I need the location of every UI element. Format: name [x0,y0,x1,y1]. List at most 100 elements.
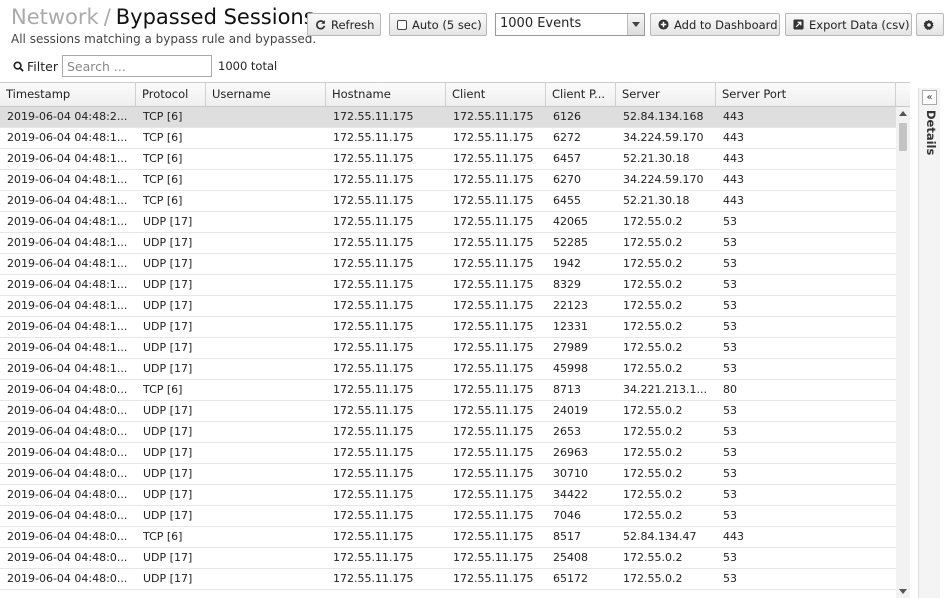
cell-client-port: 24019 [553,404,588,417]
details-panel[interactable]: « Details [918,88,940,598]
column-header-client-port[interactable]: Client P... [546,83,616,106]
table-row[interactable]: 2019-06-04 04:48:0... UDP [17] 172.55.11.1… [0,464,896,485]
column-header-protocol[interactable]: Protocol [136,83,206,106]
table-row[interactable]: 2019-06-04 04:48:1... UDP [17] 172.55.11.1… [0,212,896,233]
cell-server-port: 53 [723,488,737,501]
auto-refresh-toggle[interactable]: Auto (5 sec) [389,13,487,36]
cell-protocol: UDP [17] [143,278,193,291]
column-header-timestamp[interactable]: Timestamp [0,83,136,106]
settings-button[interactable] [916,13,944,36]
cell-username [206,359,326,379]
cell-client-port: 25408 [553,551,588,564]
table-row[interactable]: 2019-06-04 04:48:1... UDP [17] 172.55.11.1… [0,254,896,275]
cell-client: 172.55.11.175 [453,236,534,249]
table-row[interactable]: 2019-06-04 04:48:0... UDP [17] 172.55.11.1… [0,422,896,443]
cell-timestamp: 2019-06-04 04:48:2... [7,110,128,123]
collapse-left-icon[interactable]: « [922,90,937,105]
cell-server: 172.55.0.2 [623,215,683,228]
table-row[interactable]: 2019-06-04 04:48:1... UDP [17] 172.55.11.1… [0,275,896,296]
table-row[interactable]: 2019-06-04 04:48:0... UDP [17] 172.55.11.1… [0,569,896,590]
table-row[interactable]: 2019-06-04 04:48:1... UDP [17] 172.55.11.1… [0,359,896,380]
grid-body: 2019-06-04 04:48:2... TCP [6] 172.55.11.17… [0,107,896,590]
cell-server: 52.21.30.18 [623,194,690,207]
cell-protocol: UDP [17] [143,551,193,564]
cell-timestamp: 2019-06-04 04:48:0... [7,404,128,417]
table-row[interactable]: 2019-06-04 04:48:0... UDP [17] 172.55.11.1… [0,548,896,569]
checkbox-icon[interactable] [397,19,407,31]
breadcrumb[interactable]: Network [11,5,99,29]
table-row[interactable]: 2019-06-04 04:48:0... UDP [17] 172.55.11.1… [0,485,896,506]
column-header-client[interactable]: Client [446,83,546,106]
table-row[interactable]: 2019-06-04 04:48:0... UDP [17] 172.55.11.1… [0,443,896,464]
cell-timestamp: 2019-06-04 04:48:0... [7,572,128,585]
cell-timestamp: 2019-06-04 04:48:1... [7,362,128,375]
events-count-select[interactable]: 1000 Events [495,13,645,36]
table-row[interactable]: 2019-06-04 04:48:2... TCP [6] 172.55.11.17… [0,107,896,128]
table-row[interactable]: 2019-06-04 04:48:1... TCP [6] 172.55.11.17… [0,149,896,170]
table-row[interactable]: 2019-06-04 04:48:1... TCP [6] 172.55.11.17… [0,128,896,149]
cell-server: 172.55.0.2 [623,341,683,354]
table-row[interactable]: 2019-06-04 04:48:1... TCP [6] 172.55.11.17… [0,191,896,212]
cell-client: 172.55.11.175 [453,509,534,522]
export-data-button[interactable]: Export Data (csv) [785,13,912,36]
column-header-server-port[interactable]: Server Port [716,83,896,106]
cell-protocol: UDP [17] [143,467,193,480]
table-row[interactable]: 2019-06-04 04:48:1... TCP [6] 172.55.11.17… [0,170,896,191]
vertical-scrollbar[interactable] [896,107,910,598]
cell-username [206,548,326,568]
cell-client: 172.55.11.175 [453,173,534,186]
cell-hostname: 172.55.11.175 [333,236,414,249]
scrollbar-thumb[interactable] [899,123,907,151]
cell-server-port: 443 [723,194,744,207]
cell-client-port: 6126 [553,110,581,123]
cell-timestamp: 2019-06-04 04:48:1... [7,131,128,144]
cell-username [206,296,326,316]
cell-server-port: 53 [723,362,737,375]
cell-server: 172.55.0.2 [623,236,683,249]
table-row[interactable]: 2019-06-04 04:48:0... UDP [17] 172.55.11.1… [0,506,896,527]
column-header-hostname[interactable]: Hostname [326,83,446,106]
plus-circle-icon [658,19,669,31]
cell-protocol: TCP [6] [143,530,183,543]
details-panel-label[interactable]: Details [924,110,938,155]
cell-username [206,401,326,421]
filter-bar: Filter 1000 total [0,52,944,82]
cell-hostname: 172.55.11.175 [333,152,414,165]
table-row[interactable]: 2019-06-04 04:48:1... UDP [17] 172.55.11.1… [0,233,896,254]
cell-username [206,464,326,484]
table-row[interactable]: 2019-06-04 04:48:0... TCP [6] 172.55.11.17… [0,380,896,401]
scroll-up-icon[interactable] [899,111,907,116]
cell-client-port: 27989 [553,341,588,354]
cell-protocol: UDP [17] [143,257,193,270]
cell-protocol: TCP [6] [143,131,183,144]
cell-username [206,212,326,232]
filter-label-text: Filter [27,59,58,74]
column-header-username[interactable]: Username [206,83,326,106]
cell-protocol: UDP [17] [143,425,193,438]
cell-client-port: 22123 [553,299,588,312]
cell-hostname: 172.55.11.175 [333,530,414,543]
refresh-button[interactable]: Refresh [307,13,381,36]
column-header-server[interactable]: Server [616,83,716,106]
cell-timestamp: 2019-06-04 04:48:1... [7,194,128,207]
table-row[interactable]: 2019-06-04 04:48:1... UDP [17] 172.55.11.1… [0,317,896,338]
cell-client-port: 65172 [553,572,588,585]
table-row[interactable]: 2019-06-04 04:48:1... UDP [17] 172.55.11.1… [0,296,896,317]
dropdown-arrow-icon[interactable] [627,14,644,35]
cell-hostname: 172.55.11.175 [333,173,414,186]
export-data-label: Export Data (csv) [809,17,910,32]
search-input[interactable] [62,55,212,77]
cell-server: 172.55.0.2 [623,572,683,585]
sessions-grid: Timestamp Protocol Username Hostname Cli… [0,82,910,598]
table-row[interactable]: 2019-06-04 04:48:0... UDP [17] 172.55.11.1… [0,401,896,422]
add-to-dashboard-button[interactable]: Add to Dashboard [650,13,780,36]
cell-username [206,191,326,211]
cell-client-port: 52285 [553,236,588,249]
scroll-down-icon[interactable] [899,589,907,594]
cell-client: 172.55.11.175 [453,362,534,375]
table-row[interactable]: 2019-06-04 04:48:0... TCP [6] 172.55.11.17… [0,527,896,548]
table-row[interactable]: 2019-06-04 04:48:1... UDP [17] 172.55.11.1… [0,338,896,359]
cell-server: 172.55.0.2 [623,509,683,522]
cell-server: 52.84.134.47 [623,530,697,543]
cell-protocol: UDP [17] [143,341,193,354]
